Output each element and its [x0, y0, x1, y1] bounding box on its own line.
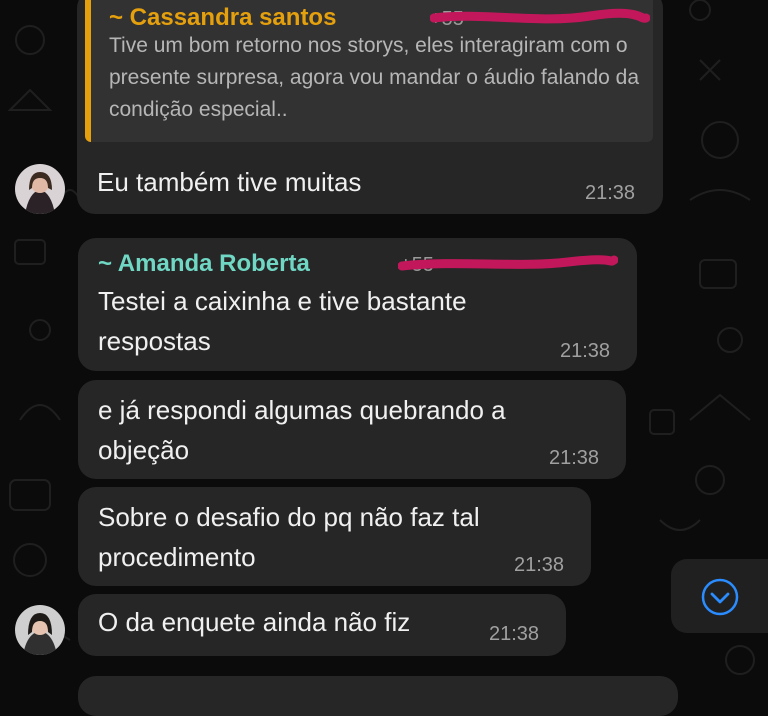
sender-name: ~ Amanda Roberta	[98, 250, 310, 277]
message-text: Testei a caixinha e tive bastante respos…	[98, 286, 467, 356]
scroll-to-bottom-button[interactable]	[671, 559, 768, 633]
message-text: e já respondi algumas quebrando a objeçã…	[98, 395, 506, 465]
message-time: 21:38	[560, 340, 611, 362]
message-time: 21:38	[489, 623, 540, 645]
message-bubble[interactable]: O da enquete ainda não fiz 21:38	[78, 594, 566, 656]
message-time: 21:38	[585, 182, 636, 204]
message-text: O da enquete ainda não fiz	[98, 607, 411, 637]
message-time: 21:38	[514, 554, 565, 576]
avatar-cassandra[interactable]	[15, 164, 65, 214]
quote-author-name: ~ Cassandra santos	[109, 4, 337, 31]
message-bubble[interactable]: e já respondi algumas quebrando a objeçã…	[78, 380, 626, 479]
message-bubble-reply[interactable]: ~ Cassandra santos +55 Tive um bom retor…	[77, 0, 663, 214]
chevron-down-circle-icon	[701, 578, 739, 616]
message-bubble-amanda[interactable]: ~ Amanda Roberta +55 Testei a caixinha e…	[78, 238, 637, 371]
phone-redaction-scribble	[430, 8, 650, 24]
message-time: 21:38	[549, 447, 600, 469]
quote-text: Tive um bom retorno nos storys, eles int…	[109, 34, 640, 121]
message-text: Eu também tive muitas	[97, 167, 362, 197]
phone-redaction-scribble	[398, 255, 618, 271]
message-text: Sobre o desafio do pq não faz tal proced…	[98, 502, 480, 572]
quoted-message[interactable]: ~ Cassandra santos +55 Tive um bom retor…	[85, 0, 653, 142]
message-bubble[interactable]: Sobre o desafio do pq não faz tal proced…	[78, 487, 591, 586]
avatar-amanda[interactable]	[15, 605, 65, 655]
message-bubble-partial[interactable]	[78, 676, 678, 716]
quote-accent-bar	[85, 0, 91, 142]
